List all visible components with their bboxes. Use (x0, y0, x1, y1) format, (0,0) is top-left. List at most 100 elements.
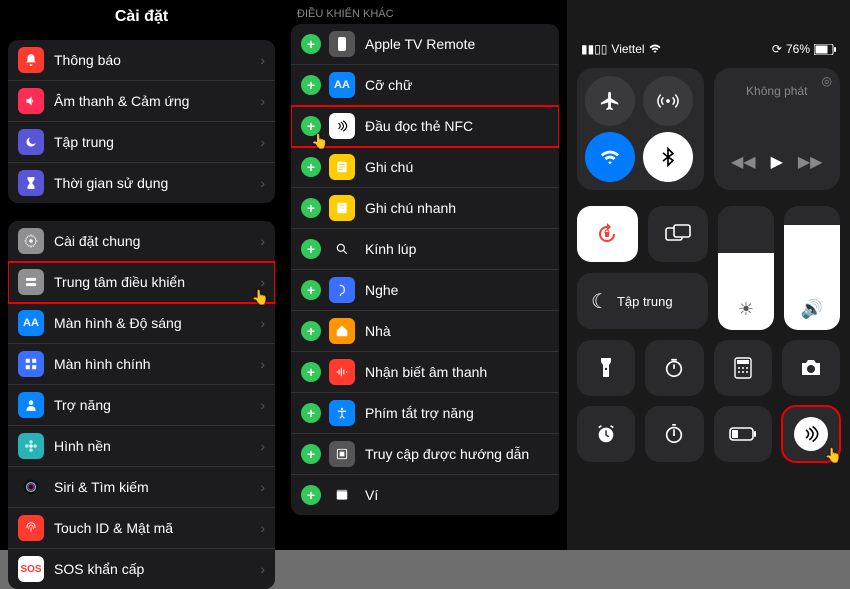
add-button[interactable]: + (301, 34, 321, 54)
row-label: Siri & Tìm kiếm (54, 479, 260, 495)
row-label: Phím tắt trợ năng (365, 405, 549, 421)
row-label: SOS khẩn cấp (54, 561, 260, 577)
settings-row[interactable]: +AACỡ chữ (291, 65, 559, 106)
add-button[interactable]: + (301, 485, 321, 505)
chevron-right-icon: › (260, 93, 265, 109)
row-icon (329, 482, 355, 508)
settings-row[interactable]: Tập trung› (8, 122, 275, 163)
timer-tile[interactable] (645, 340, 703, 396)
settings-row[interactable]: +Ghi chú (291, 147, 559, 188)
settings-row[interactable]: +Apple TV Remote (291, 24, 559, 65)
control-center-mid: ☀ 🔊 ☾ Tập trung (567, 206, 850, 330)
row-icon (18, 228, 44, 254)
row-icon: AA (18, 310, 44, 336)
chevron-right-icon: › (260, 52, 265, 68)
music-panel[interactable]: ◎ Không phát ◀◀ ▶ ▶▶ (714, 68, 841, 190)
row-icon (18, 129, 44, 155)
battery-icon (814, 44, 836, 55)
flashlight-tile[interactable] (577, 340, 635, 396)
add-button[interactable]: + (301, 198, 321, 218)
add-button[interactable]: + (301, 444, 321, 464)
calculator-tile[interactable] (714, 340, 772, 396)
add-button[interactable]: + (301, 157, 321, 177)
settings-row[interactable]: Touch ID & Mật mã› (8, 508, 275, 549)
focus-label: Tập trung (617, 294, 673, 309)
row-icon (18, 392, 44, 418)
airplay-icon[interactable]: ◎ (822, 74, 832, 88)
orientation-lock-tile[interactable] (577, 206, 638, 262)
row-label: Touch ID & Mật mã (54, 520, 260, 536)
settings-row[interactable]: +Nghe (291, 270, 559, 311)
row-label: Màn hình chính (54, 356, 260, 372)
moon-icon: ☾ (591, 289, 609, 314)
row-icon (329, 154, 355, 180)
brightness-slider[interactable]: ☀ (718, 206, 774, 330)
airplane-toggle[interactable] (585, 76, 635, 126)
settings-row[interactable]: SOSSOS khẩn cấp› (8, 549, 275, 589)
settings-row[interactable]: Hình nền› (8, 426, 275, 467)
add-button[interactable]: + (301, 239, 321, 259)
settings-row[interactable]: +Truy cập được hướng dẫn (291, 434, 559, 475)
row-icon (18, 433, 44, 459)
brightness-icon: ☀ (738, 299, 754, 320)
rewind-button[interactable]: ◀◀ (731, 152, 756, 172)
settings-row[interactable]: Cài đặt chung› (8, 221, 275, 262)
bluetooth-toggle[interactable] (643, 132, 693, 182)
add-button[interactable]: + (301, 116, 321, 136)
play-button[interactable]: ▶ (771, 152, 783, 172)
row-icon (329, 318, 355, 344)
settings-row[interactable]: +Ví (291, 475, 559, 515)
wifi-toggle[interactable] (585, 132, 635, 182)
settings-row[interactable]: + Phím tắt trợ năng (291, 393, 559, 434)
row-icon (18, 515, 44, 541)
settings-row[interactable]: +Nhận biết âm thanh (291, 352, 559, 393)
more-controls-list: +Apple TV Remote+AACỡ chữ+Đầu đọc thẻ NF… (291, 24, 559, 515)
screen-mirroring-tile[interactable] (648, 206, 709, 262)
row-label: Trợ năng (54, 397, 260, 413)
settings-row[interactable]: Âm thanh & Cảm ứng› (8, 81, 275, 122)
row-icon (18, 351, 44, 377)
chevron-right-icon: › (260, 315, 265, 331)
row-icon (329, 277, 355, 303)
settings-row[interactable]: Siri & Tìm kiếm› (8, 467, 275, 508)
chevron-right-icon: › (260, 356, 265, 372)
add-button[interactable]: + (301, 362, 321, 382)
row-label: Thời gian sử dụng (54, 175, 260, 191)
row-icon (329, 31, 355, 57)
camera-tile[interactable] (782, 340, 840, 396)
connectivity-panel[interactable] (577, 68, 704, 190)
focus-tile[interactable]: ☾ Tập trung (577, 273, 708, 329)
wifi-icon (649, 44, 661, 54)
settings-row[interactable]: +Nhà (291, 311, 559, 352)
settings-row[interactable]: +Đầu đọc thẻ NFC👆 (291, 106, 559, 147)
settings-row[interactable]: Thông báo› (8, 40, 275, 81)
stopwatch-tile[interactable] (645, 406, 703, 462)
cellular-toggle[interactable] (643, 76, 693, 126)
add-button[interactable]: + (301, 321, 321, 341)
row-label: Tập trung (54, 134, 260, 150)
row-label: Đầu đọc thẻ NFC (365, 118, 549, 134)
add-button[interactable]: + (301, 280, 321, 300)
nfc-reader-tile[interactable]: 👆 (782, 406, 840, 462)
add-button[interactable]: + (301, 403, 321, 423)
row-icon (18, 269, 44, 295)
chevron-right-icon: › (260, 479, 265, 495)
settings-row[interactable]: +Kính lúp (291, 229, 559, 270)
alarm-tile[interactable] (577, 406, 635, 462)
row-label: Trung tâm điều khiển (54, 274, 260, 290)
add-button[interactable]: + (301, 75, 321, 95)
chevron-right-icon: › (260, 561, 265, 577)
volume-slider[interactable]: 🔊 (784, 206, 840, 330)
music-status: Không phát (724, 84, 831, 98)
settings-row[interactable]: Màn hình chính› (8, 344, 275, 385)
row-label: Ghi chú nhanh (365, 200, 549, 216)
settings-row[interactable]: Trợ năng› (8, 385, 275, 426)
chevron-right-icon: › (260, 520, 265, 536)
low-power-tile[interactable] (714, 406, 772, 462)
settings-row[interactable]: Trung tâm điều khiển›👆 (8, 262, 275, 303)
row-icon (329, 441, 355, 467)
settings-row[interactable]: Thời gian sử dụng› (8, 163, 275, 203)
settings-row[interactable]: AAMàn hình & Độ sáng› (8, 303, 275, 344)
settings-row[interactable]: + Ghi chú nhanh (291, 188, 559, 229)
forward-button[interactable]: ▶▶ (798, 152, 823, 172)
